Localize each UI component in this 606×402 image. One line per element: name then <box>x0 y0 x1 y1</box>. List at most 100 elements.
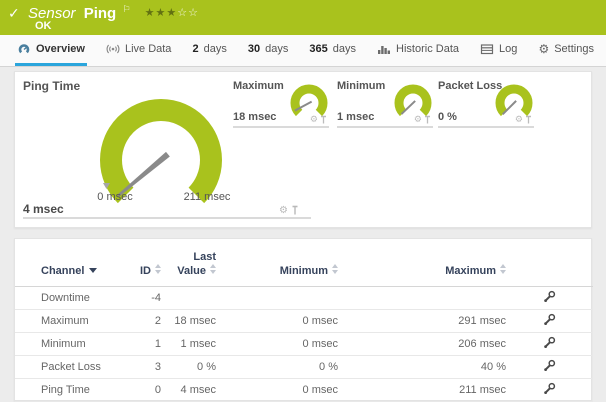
tab-label: days <box>333 43 356 55</box>
column-header-tools <box>506 239 593 287</box>
column-header-maximum[interactable]: Maximum <box>338 239 506 287</box>
channel-id: 2 <box>125 310 161 333</box>
priority-stars[interactable]: ★★★☆☆ <box>145 7 199 19</box>
table-row: Ping Time 0 4 msec 0 msec 211 msec <box>15 379 593 402</box>
pin-icon[interactable] <box>525 115 532 125</box>
log-list-icon <box>480 43 494 55</box>
channel-name: Packet Loss <box>15 356 125 379</box>
channel-last-value: 18 msec <box>161 310 216 333</box>
sensor-name[interactable]: Ping <box>84 5 117 22</box>
channel-last-value <box>161 287 216 310</box>
tab-settings[interactable]: ⚙ Settings <box>536 35 596 66</box>
channel-maximum <box>338 287 506 310</box>
live-signal-icon <box>106 42 120 56</box>
table-row: Downtime -4 <box>15 287 593 310</box>
channel-name: Downtime <box>15 287 125 310</box>
mini-gauge-packet-loss: Packet Loss 0 % ⚙ <box>438 78 534 128</box>
wrench-icon[interactable] <box>543 382 556 395</box>
mini-gauge-label: Maximum <box>233 80 284 92</box>
pin-icon[interactable] <box>424 115 431 125</box>
prtg-sensor-overview-page: ✓ Sensor Ping ⚐ ★★★☆☆ OK Overview Live D… <box>0 0 606 400</box>
channel-last-value: 4 msec <box>161 379 216 402</box>
channel-maximum: 291 msec <box>338 310 506 333</box>
mini-gauge-label: Minimum <box>337 80 385 92</box>
channel-settings-gear-icon[interactable]: ⚙ <box>414 116 422 125</box>
flag-icon[interactable]: ⚐ <box>122 4 130 14</box>
sort-icon <box>332 264 338 274</box>
tab-label: Settings <box>554 43 594 55</box>
table-header-row: Channel ID LastValue Minimum Maximum <box>15 239 593 287</box>
channel-minimum <box>216 287 338 310</box>
tab-365-days[interactable]: 365 days <box>307 35 358 66</box>
tab-overview[interactable]: Overview <box>15 35 87 66</box>
column-header-id[interactable]: ID <box>125 239 161 287</box>
sensor-title: Sensor Ping ⚐ ★★★☆☆ <box>28 4 199 22</box>
tab-number: 2 <box>192 43 198 55</box>
gauge-panel-title: Ping Time <box>23 79 80 93</box>
pin-icon[interactable] <box>320 115 327 125</box>
star-empty-icons[interactable]: ☆☆ <box>177 7 199 19</box>
column-header-minimum[interactable]: Minimum <box>216 239 338 287</box>
table-row: Minimum 1 1 msec 0 msec 206 msec <box>15 333 593 356</box>
wrench-icon[interactable] <box>543 290 556 303</box>
channel-name: Ping Time <box>15 379 125 402</box>
tab-bar: Overview Live Data 2 days 30 days 365 da… <box>0 35 606 67</box>
sensor-status-header: ✓ Sensor Ping ⚐ ★★★☆☆ OK <box>0 0 606 35</box>
sort-icon <box>155 264 161 274</box>
table-row: Packet Loss 3 0 % 0 % 40 % <box>15 356 593 379</box>
mini-gauge-value: 18 msec <box>233 111 276 123</box>
tab-log[interactable]: Log <box>478 35 519 66</box>
tab-historic-data[interactable]: Historic Data <box>375 35 461 66</box>
tab-label: Log <box>499 43 517 55</box>
channel-name: Maximum <box>15 310 125 333</box>
channel-id: 3 <box>125 356 161 379</box>
channel-settings-gear-icon[interactable]: ⚙ <box>310 116 318 125</box>
mini-gauge-value: 0 % <box>438 111 457 123</box>
gauge-icon <box>17 42 31 56</box>
mini-gauge-minimum: Minimum 1 msec ⚙ <box>337 78 433 128</box>
tab-label: Overview <box>36 43 85 55</box>
column-header-channel[interactable]: Channel <box>15 239 125 287</box>
bar-chart-icon <box>377 43 391 55</box>
tab-label: days <box>204 43 227 55</box>
column-header-last-value[interactable]: LastValue <box>161 239 216 287</box>
gauge-value-strip: 4 msec ⚙ <box>23 197 311 219</box>
sort-icon <box>500 264 506 274</box>
tab-live-data[interactable]: Live Data <box>104 35 173 66</box>
channel-last-value: 1 msec <box>161 333 216 356</box>
sort-desc-icon <box>89 268 97 273</box>
wrench-icon[interactable] <box>543 313 556 326</box>
tab-label: Live Data <box>125 43 171 55</box>
channel-maximum: 40 % <box>338 356 506 379</box>
channel-id: 1 <box>125 333 161 356</box>
channel-table: Channel ID LastValue Minimum Maximum Dow… <box>15 239 593 402</box>
sort-icon <box>210 264 216 274</box>
tab-number: 30 <box>248 43 260 55</box>
mini-gauge-maximum: Maximum 18 msec ⚙ <box>233 78 329 128</box>
tab-label: days <box>265 43 288 55</box>
mini-gauge-value: 1 msec <box>337 111 374 123</box>
channel-table-panel: Channel ID LastValue Minimum Maximum Dow… <box>14 238 592 401</box>
channel-minimum: 0 msec <box>216 333 338 356</box>
channel-id: 0 <box>125 379 161 402</box>
channel-last-value: 0 % <box>161 356 216 379</box>
gauge-panel: Ping Time 0 msec 211 msec 4 msec ⚙ Maxim… <box>14 71 592 228</box>
channel-maximum: 211 msec <box>338 379 506 402</box>
channel-settings-gear-icon[interactable]: ⚙ <box>515 116 523 125</box>
table-row: Maximum 2 18 msec 0 msec 291 msec <box>15 310 593 333</box>
star-filled-icons[interactable]: ★★★ <box>145 7 178 19</box>
channel-minimum: 0 % <box>216 356 338 379</box>
pin-icon[interactable] <box>291 205 299 216</box>
tab-2-days[interactable]: 2 days <box>190 35 228 66</box>
status-badge: OK <box>35 20 52 32</box>
channel-name: Minimum <box>15 333 125 356</box>
status-check-icon: ✓ <box>8 5 20 22</box>
gear-icon: ⚙ <box>538 43 549 55</box>
tab-30-days[interactable]: 30 days <box>246 35 291 66</box>
channel-minimum: 0 msec <box>216 379 338 402</box>
channel-settings-gear-icon[interactable]: ⚙ <box>279 206 288 216</box>
wrench-icon[interactable] <box>543 359 556 372</box>
wrench-icon[interactable] <box>543 336 556 349</box>
tab-number: 365 <box>309 43 327 55</box>
channel-maximum: 206 msec <box>338 333 506 356</box>
